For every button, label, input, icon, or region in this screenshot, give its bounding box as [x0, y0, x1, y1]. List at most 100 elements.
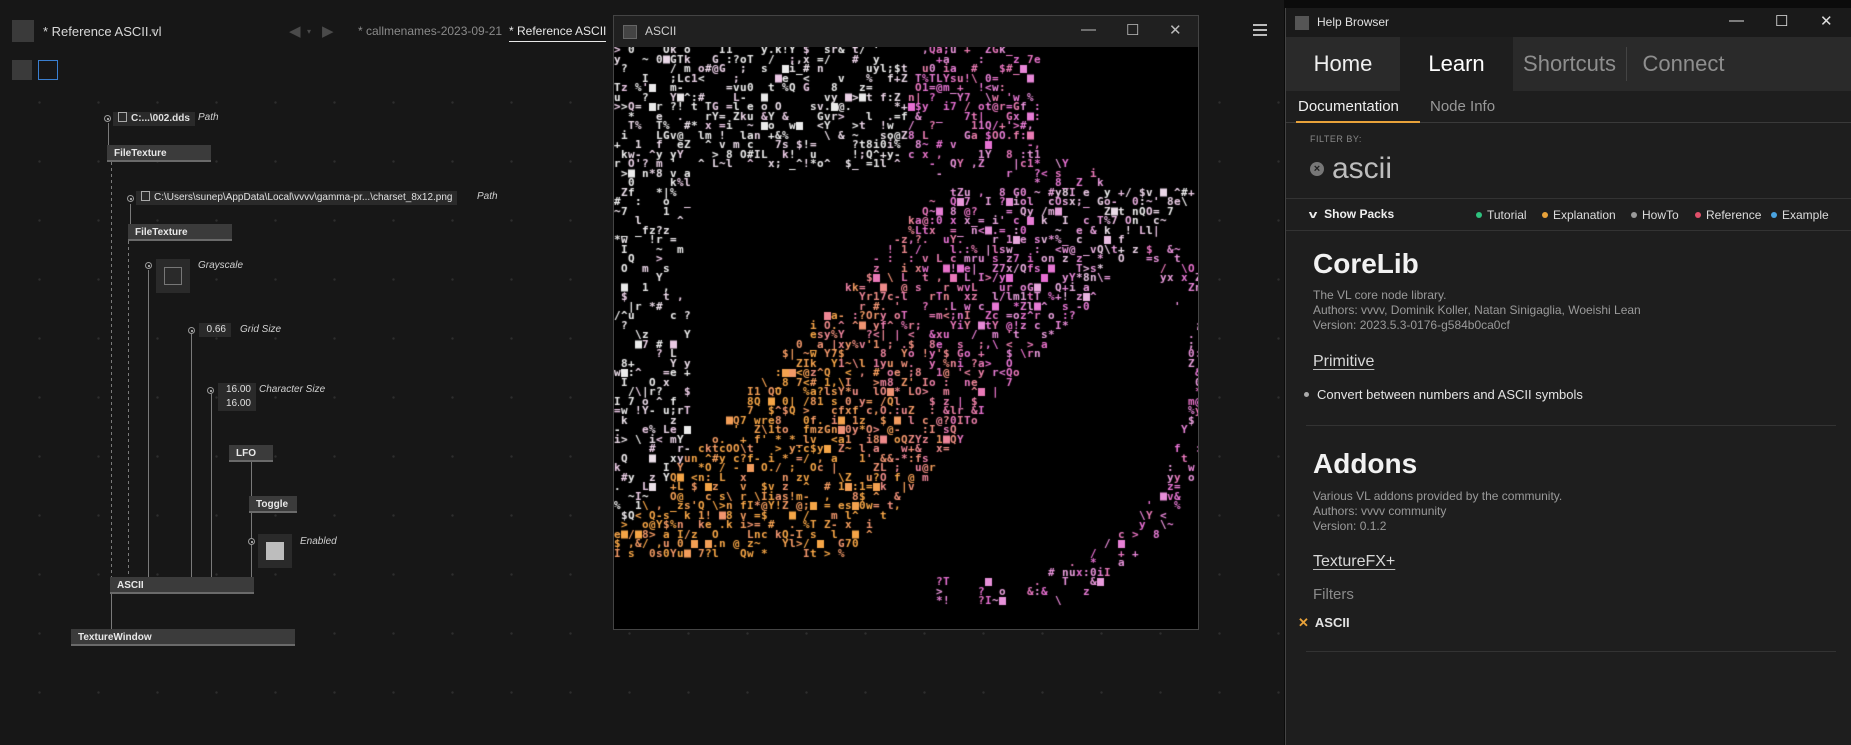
tab-learn[interactable]: Learn — [1400, 37, 1513, 91]
char-size-x-iobox[interactable]: 16.00 — [218, 383, 256, 397]
link — [111, 162, 112, 582]
howto-dot-icon — [1631, 212, 1637, 218]
ascii-render-output — [614, 47, 1198, 629]
tab-shortcuts[interactable]: Shortcuts — [1513, 37, 1626, 91]
subtab-node-info[interactable]: Node Info — [1430, 98, 1495, 115]
tab-home[interactable]: Home — [1286, 37, 1400, 91]
path-label: Path — [198, 112, 219, 123]
link — [148, 270, 149, 578]
tutorial-dot-icon — [1476, 212, 1482, 218]
grayscale-label: Grayscale — [198, 260, 244, 271]
legend-howto[interactable]: HowTo — [1631, 208, 1679, 222]
tab-reference-ascii[interactable]: * Reference ASCII — [509, 24, 607, 42]
filetexture-node[interactable]: FileTexture — [107, 145, 211, 162]
explanation-dot-icon — [1542, 212, 1548, 218]
divider — [1306, 425, 1836, 426]
toggle-node[interactable]: Toggle — [249, 496, 297, 513]
clear-filter-icon[interactable]: × — [1310, 162, 1324, 176]
vvvv-logo-icon[interactable] — [12, 20, 34, 42]
show-packs-toggle[interactable]: v Show Packs — [1308, 207, 1394, 221]
grid-size-iobox[interactable]: 0.66 — [199, 323, 231, 337]
reference-dot-icon — [1695, 212, 1701, 218]
legend-reference[interactable]: Reference — [1695, 208, 1761, 222]
help-app-icon — [1295, 16, 1309, 30]
legend-explanation[interactable]: Explanation — [1542, 208, 1616, 222]
example-dot-icon — [1771, 212, 1777, 218]
help-window-title: Help Browser — [1317, 15, 1390, 29]
divider — [1306, 651, 1836, 652]
package-description: The VL core node library. — [1313, 288, 1447, 302]
main-menu-icon[interactable] — [1253, 24, 1267, 36]
minimize-icon[interactable]: — — [1081, 21, 1096, 38]
help-tab-bar: Home Learn Shortcuts Connect — [1286, 37, 1851, 91]
input-pin[interactable] — [127, 195, 134, 202]
minimize-icon[interactable]: — — [1729, 12, 1744, 29]
render-window-titlebar[interactable]: ASCII — ☐ ✕ — [614, 16, 1198, 47]
maximize-icon[interactable]: ☐ — [1775, 12, 1788, 30]
package-description: Various VL addons provided by the commun… — [1313, 489, 1563, 503]
input-pin[interactable] — [248, 538, 255, 545]
divider — [1286, 198, 1851, 199]
reference-marker-icon: ✕ — [1298, 615, 1309, 630]
charset-path-iobox[interactable]: C:\Users\sunep\AppData\Local\vvvv\gamma-… — [136, 191, 458, 205]
ascii-node[interactable]: ASCII — [110, 577, 254, 594]
doc-entry-ascii[interactable]: ✕ ASCII — [1298, 615, 1350, 631]
legend-tutorial[interactable]: Tutorial — [1476, 208, 1527, 222]
category-texturefx-link[interactable]: TextureFX+ — [1313, 553, 1395, 571]
help-browser-window[interactable]: Help Browser — ☐ ✕ Home Learn Shortcuts … — [1285, 8, 1851, 745]
bullet-icon — [1304, 392, 1309, 397]
link — [251, 462, 252, 496]
package-title-corelib: CoreLib — [1313, 248, 1419, 279]
chevron-down-icon: v — [1308, 209, 1318, 221]
patch-toggle-button[interactable] — [12, 60, 32, 80]
package-authors: Authors: vvvv, Dominik Koller, Natan Sin… — [1313, 303, 1641, 317]
package-version: Version: 0.1.2 — [1313, 519, 1387, 533]
help-titlebar[interactable]: Help Browser — ☐ ✕ — [1286, 8, 1851, 37]
enabled-label: Enabled — [300, 536, 337, 547]
document-menu-caret-icon[interactable]: ▾ — [151, 26, 156, 37]
package-version: Version: 2023.5.3-0176-g584b0ca0cf — [1313, 318, 1510, 332]
link — [251, 545, 252, 581]
enabled-toggle[interactable] — [258, 534, 292, 568]
lfo-node[interactable]: LFO — [229, 445, 273, 462]
input-pin[interactable] — [104, 115, 111, 122]
divider — [1286, 230, 1851, 231]
legend-example[interactable]: Example — [1771, 208, 1829, 222]
ascii-render-window[interactable]: ASCII — ☐ ✕ — [613, 15, 1199, 630]
link — [211, 394, 212, 578]
input-pin[interactable] — [188, 327, 195, 334]
navigate-back-icon[interactable]: ◀ — [289, 22, 301, 40]
grid-size-label: Grid Size — [240, 324, 282, 335]
filetexture-node[interactable]: FileTexture — [128, 224, 232, 241]
char-size-y-iobox[interactable]: 16.00 — [218, 397, 256, 411]
window-app-icon — [623, 25, 637, 39]
maximize-icon[interactable]: ☐ — [1126, 21, 1139, 39]
close-icon[interactable]: ✕ — [1169, 21, 1182, 39]
filter-label: FILTER BY: — [1310, 134, 1362, 144]
navigate-history-caret-icon[interactable]: ▾ — [307, 27, 311, 36]
package-title-addons: Addons — [1313, 448, 1418, 479]
category-primitive-link[interactable]: Primitive — [1313, 353, 1374, 371]
navigate-forward-icon[interactable]: ▶ — [322, 22, 334, 40]
path-iobox[interactable]: C:...\002.dds — [113, 112, 195, 126]
grayscale-toggle[interactable] — [156, 259, 190, 293]
link — [111, 592, 112, 632]
subcategory-filters: Filters — [1313, 586, 1354, 603]
tab-connect[interactable]: Connect — [1627, 37, 1740, 91]
link — [128, 241, 129, 582]
texturewindow-node[interactable]: TextureWindow — [71, 629, 295, 646]
close-icon[interactable]: ✕ — [1820, 12, 1833, 30]
char-size-label: Character Size — [259, 384, 326, 395]
doc-entry-convert-ascii[interactable]: Convert between numbers and ASCII symbol… — [1304, 387, 1583, 402]
input-pin[interactable] — [145, 262, 152, 269]
subtab-documentation[interactable]: Documentation — [1298, 98, 1399, 115]
patch-selection-button[interactable] — [38, 60, 58, 80]
tab-callmenames[interactable]: * callmenames-2023-09-21 — [358, 24, 502, 38]
document-title[interactable]: * Reference ASCII.vl — [43, 24, 162, 39]
active-subtab-indicator — [1296, 121, 1420, 123]
render-window-title: ASCII — [645, 24, 677, 38]
input-pin[interactable] — [207, 387, 214, 394]
path-label: Path — [477, 191, 498, 202]
filter-input[interactable]: ascii — [1332, 152, 1392, 186]
link — [191, 334, 192, 578]
